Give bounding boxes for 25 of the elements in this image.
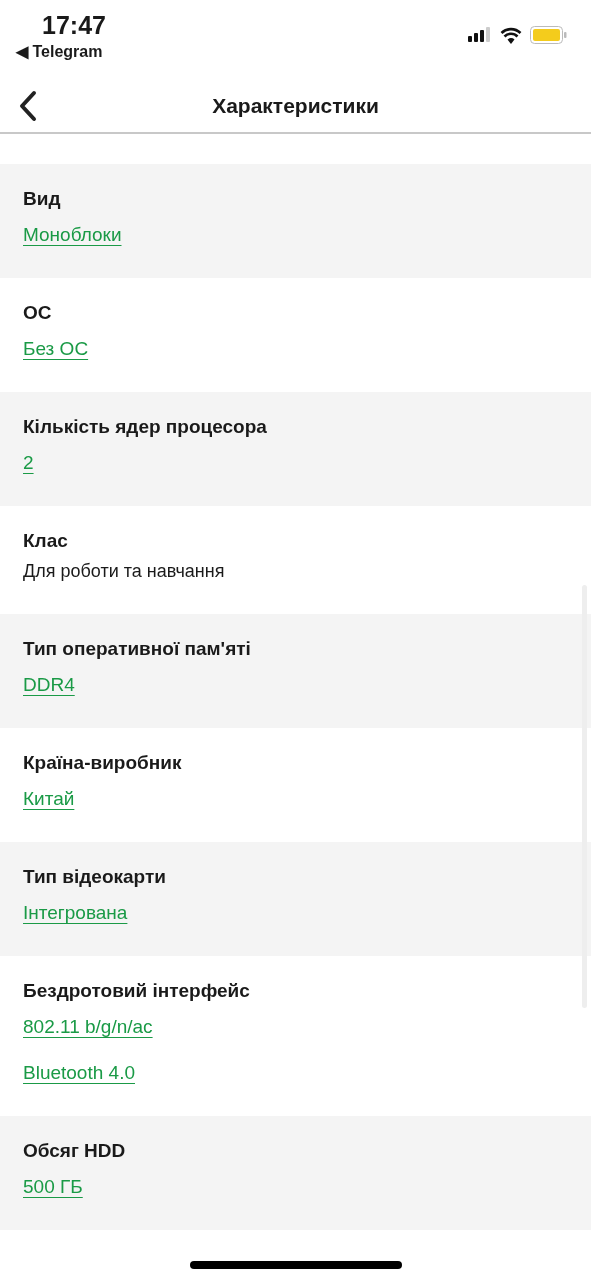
wifi-icon: [500, 26, 522, 44]
spec-label: Вид: [23, 187, 62, 211]
spec-value-link[interactable]: Без ОС: [23, 336, 89, 362]
spec-label: Обсяг HDD: [23, 1139, 127, 1163]
spec-label: Тип відеокарти: [23, 865, 167, 889]
spec-value: Для роботи та навчання: [23, 560, 225, 583]
spec-label: Бездротовий інтерфейс: [23, 979, 251, 1003]
spec-label: Клас: [23, 529, 69, 553]
spec-value-link[interactable]: 2: [23, 450, 34, 476]
spec-label: Тип оперативної пам'яті: [23, 637, 252, 661]
spec-label: Кількість ядер процесора: [23, 415, 268, 439]
spec-value-link[interactable]: Китай: [23, 786, 75, 812]
back-to-app-link[interactable]: ◀ Telegram: [16, 40, 103, 64]
page-title: Характеристики: [212, 94, 379, 118]
spec-value-link[interactable]: 500 ГБ: [23, 1174, 83, 1200]
spec-value-link[interactable]: Bluetooth 4.0: [23, 1060, 135, 1086]
battery-icon: [530, 26, 567, 44]
spec-label: ОС: [23, 301, 53, 325]
spec-value-link[interactable]: DDR4: [23, 672, 75, 698]
spec-value-link[interactable]: Моноблоки: [23, 222, 122, 248]
spec-value-link[interactable]: Інтегрована: [23, 900, 128, 926]
spec-label: Країна-виробник: [23, 751, 183, 775]
signal-icon: [468, 26, 492, 44]
clock: 17:47: [42, 10, 106, 40]
spec-value-link[interactable]: 802.11 b/g/n/ac: [23, 1014, 153, 1040]
